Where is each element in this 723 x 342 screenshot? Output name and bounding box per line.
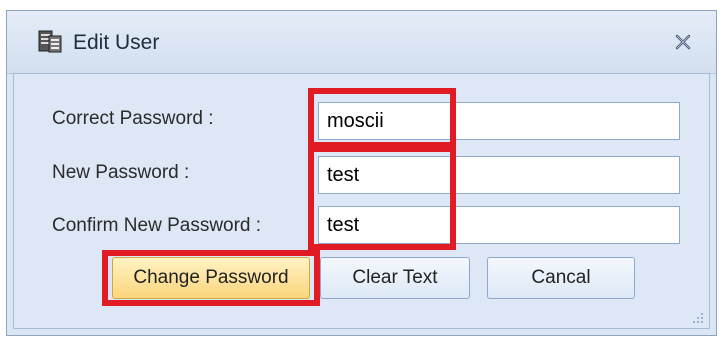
- resize-grip-icon[interactable]: [692, 312, 704, 324]
- close-button[interactable]: [669, 29, 697, 55]
- server-icon: [38, 30, 62, 53]
- clear-text-button[interactable]: Clear Text: [320, 257, 470, 299]
- cancel-button[interactable]: Cancal: [487, 257, 635, 299]
- confirm-password-field[interactable]: [318, 206, 680, 244]
- new-password-field[interactable]: [318, 156, 680, 194]
- change-password-button[interactable]: Change Password: [112, 257, 310, 299]
- correct-password-label: Correct Password :: [52, 108, 214, 129]
- dialog-titlebar[interactable]: Edit User: [7, 11, 716, 74]
- confirm-password-label: Confirm New Password :: [52, 215, 262, 236]
- correct-password-field[interactable]: [318, 102, 680, 140]
- dialog-title: Edit User: [73, 31, 160, 54]
- close-icon: [675, 34, 691, 50]
- new-password-label: New Password :: [52, 162, 190, 183]
